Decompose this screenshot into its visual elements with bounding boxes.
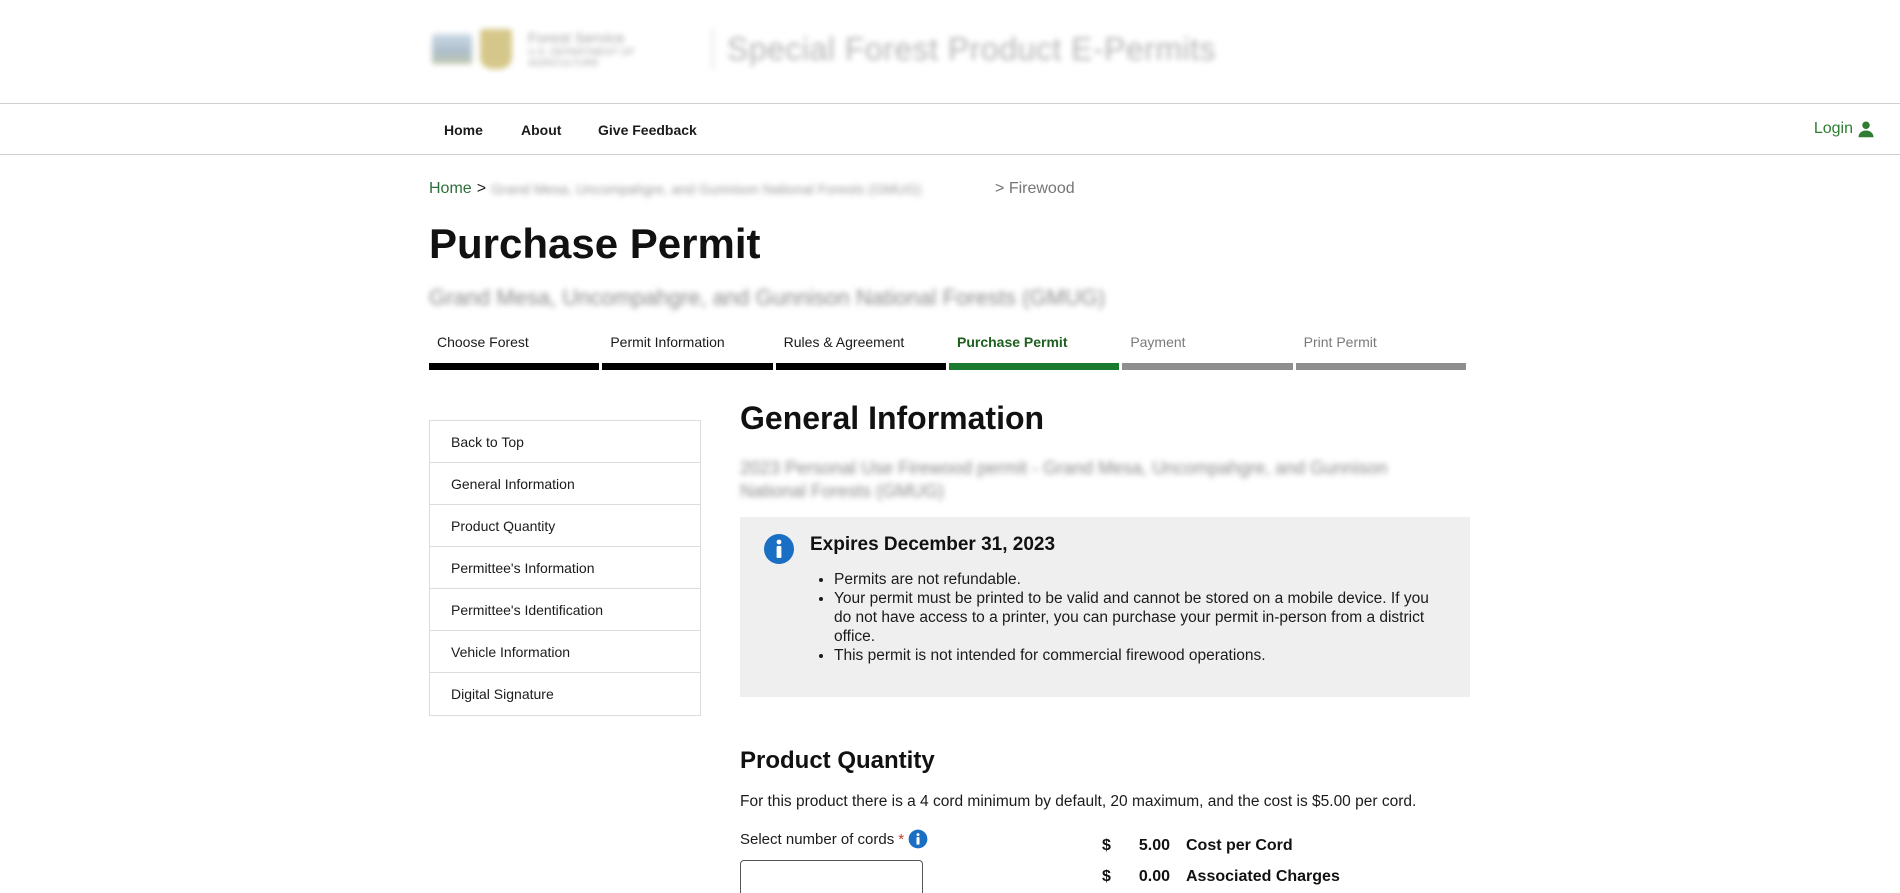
info-tooltip-icon[interactable] bbox=[908, 829, 928, 849]
general-information-heading: General Information bbox=[740, 400, 1045, 436]
step-payment: Payment bbox=[1122, 334, 1293, 370]
nav-home[interactable]: Home bbox=[444, 122, 483, 138]
sidemenu-general-information[interactable]: General Information bbox=[430, 463, 700, 505]
cost-label: Cost per Cord bbox=[1186, 836, 1293, 854]
permit-name: 2023 Personal Use Firewood permit - Gran… bbox=[740, 458, 1388, 501]
required-mark: * bbox=[898, 830, 905, 848]
currency-symbol: $ bbox=[1102, 867, 1111, 885]
step-rules-agreement: Rules & Agreement bbox=[775, 334, 946, 370]
product-quantity-description: For this product there is a 4 cord minim… bbox=[740, 793, 1417, 810]
cords-input[interactable] bbox=[740, 860, 923, 893]
breadcrumb-current: > Firewood bbox=[995, 180, 1075, 197]
breadcrumb-forest[interactable]: Grand Mesa, Uncompahgre, and Gunnison Na… bbox=[491, 181, 991, 197]
step-bar bbox=[1122, 363, 1293, 370]
cords-label-text: Select number of cords bbox=[740, 830, 895, 848]
main-nav: Home About Give Feedback Login bbox=[0, 104, 1900, 155]
step-bar bbox=[602, 363, 773, 370]
sidemenu-vehicle-information[interactable]: Vehicle Information bbox=[430, 631, 700, 673]
step-choose-forest: Choose Forest bbox=[429, 334, 600, 370]
breadcrumb: Home > Grand Mesa, Uncompahgre, and Gunn… bbox=[429, 180, 1075, 198]
currency-symbol: $ bbox=[1102, 836, 1111, 854]
login-label: Login bbox=[1813, 120, 1853, 137]
nav-about[interactable]: About bbox=[521, 122, 561, 138]
expiration-alert: Expires December 31, 2023 Permits are no… bbox=[740, 517, 1470, 697]
step-label: Choose Forest bbox=[437, 334, 529, 350]
forest-service-shield-icon bbox=[480, 29, 512, 69]
cost-value: 5.00 bbox=[1138, 836, 1170, 854]
main-content: General Information 2023 Personal Use Fi… bbox=[740, 400, 1470, 893]
step-label: Print Permit bbox=[1303, 334, 1377, 350]
cost-summary: $ 5.00 Cost per Cord $ 0.00 Associated C… bbox=[1102, 830, 1340, 892]
site-header: Forest Service U.S. DEPARTMENT OF AGRICU… bbox=[0, 0, 1900, 104]
step-label: Payment bbox=[1130, 334, 1186, 350]
page-title: Purchase Permit bbox=[429, 220, 761, 267]
step-indicator: Choose Forest Permit Information Rules &… bbox=[429, 334, 1466, 370]
step-label: Permit Information bbox=[610, 334, 725, 350]
usda-logo bbox=[432, 34, 472, 64]
cords-field-row: Select number of cords * $ 5.00 Cost per… bbox=[740, 829, 1470, 893]
sidemenu-back-to-top[interactable]: Back to Top bbox=[430, 421, 700, 463]
sidemenu-permittee-information[interactable]: Permittee's Information bbox=[430, 547, 700, 589]
nav-give-feedback[interactable]: Give Feedback bbox=[598, 122, 697, 138]
agency-subtitle: U.S. DEPARTMENT OF AGRICULTURE bbox=[528, 46, 635, 69]
sidemenu-product-quantity[interactable]: Product Quantity bbox=[430, 505, 700, 547]
breadcrumb-separator: > bbox=[476, 180, 487, 197]
sidemenu-permittee-identification[interactable]: Permittee's Identification bbox=[430, 589, 700, 631]
forest-name: Grand Mesa, Uncompahgre, and Gunnison Na… bbox=[429, 285, 1106, 310]
section-sidemenu: Back to Top General Information Product … bbox=[429, 420, 701, 716]
login-link[interactable]: Login bbox=[1814, 120, 1875, 138]
step-permit-information: Permit Information bbox=[602, 334, 773, 370]
list-item: Your permit must be printed to be valid … bbox=[834, 589, 1450, 646]
step-bar bbox=[948, 363, 1120, 370]
agency-title: Forest Service bbox=[528, 29, 625, 47]
sidemenu-digital-signature[interactable]: Digital Signature bbox=[430, 673, 700, 715]
step-label: Purchase Permit bbox=[956, 334, 1068, 350]
cords-field-label: Select number of cords * bbox=[740, 829, 928, 849]
expiration-title: Expires December 31, 2023 bbox=[810, 534, 1056, 555]
info-icon bbox=[764, 534, 794, 564]
list-item: Permits are not refundable. bbox=[834, 570, 1450, 589]
step-label: Rules & Agreement bbox=[783, 334, 905, 350]
breadcrumb-home[interactable]: Home bbox=[429, 180, 472, 198]
cost-value: 0.00 bbox=[1138, 867, 1170, 885]
agency-name: Forest Service U.S. DEPARTMENT OF AGRICU… bbox=[528, 30, 698, 69]
cost-row-associated-charges: $ 0.00 Associated Charges bbox=[1102, 861, 1340, 892]
cost-row-per-cord: $ 5.00 Cost per Cord bbox=[1102, 830, 1340, 861]
step-purchase-permit: Purchase Permit bbox=[948, 334, 1120, 370]
step-bar bbox=[775, 363, 946, 370]
logo-divider bbox=[712, 29, 713, 69]
step-bar bbox=[429, 363, 600, 370]
list-item: This permit is not intended for commerci… bbox=[834, 646, 1450, 665]
user-icon bbox=[1858, 121, 1874, 138]
cost-label: Associated Charges bbox=[1186, 867, 1340, 885]
product-quantity-heading: Product Quantity bbox=[740, 747, 935, 774]
site-logo[interactable]: Forest Service U.S. DEPARTMENT OF AGRICU… bbox=[432, 26, 1216, 72]
permit-rules-list: Permits are not refundable. Your permit … bbox=[810, 570, 1450, 665]
step-bar bbox=[1295, 363, 1466, 370]
site-title: Special Forest Product E-Permits bbox=[727, 30, 1217, 67]
step-print-permit: Print Permit bbox=[1295, 334, 1466, 370]
